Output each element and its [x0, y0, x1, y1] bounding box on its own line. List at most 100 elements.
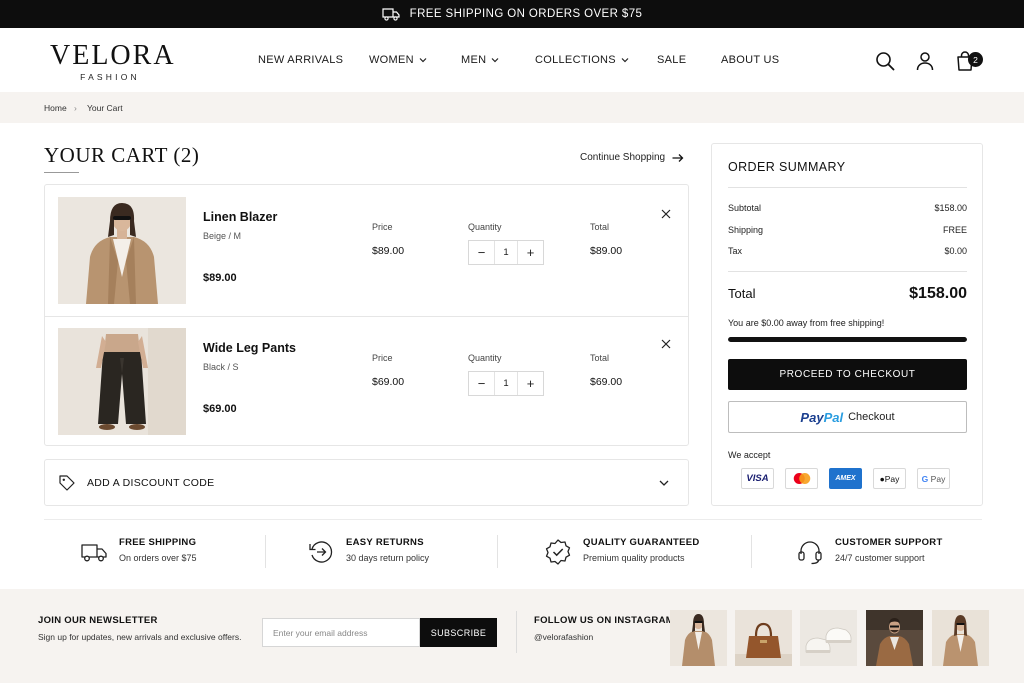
truck-icon [80, 538, 108, 566]
shipping-row: Shipping FREE [728, 225, 967, 235]
tax-label: Tax [728, 246, 743, 256]
shipping-value: FREE [942, 225, 967, 235]
announcement-text: FREE SHIPPING ON ORDERS OVER $75 [409, 8, 643, 20]
feature-title: EASY RETURNS [346, 537, 424, 548]
amex-card-icon: AMEX [829, 468, 862, 489]
product-variant: Beige / M [203, 231, 242, 241]
close-icon [661, 209, 671, 219]
footer-separator [516, 611, 517, 653]
brand-logo[interactable]: VELORA FASHION [50, 40, 176, 83]
feature-subtitle: 30 days return policy [346, 553, 430, 563]
feature-subtitle: Premium quality products [583, 553, 685, 563]
announcement-bar: FREE SHIPPING ON ORDERS OVER $75 [0, 0, 1024, 28]
breadcrumb-home[interactable]: Home [44, 103, 67, 113]
instagram-handle[interactable]: @velorafashion [534, 632, 593, 642]
nav-men[interactable]: MEN [461, 54, 499, 66]
visa-card-icon: VISA [741, 468, 774, 489]
payment-methods-label: We accept [728, 450, 771, 460]
paypal-checkout-button[interactable]: Pay Pal Checkout [728, 401, 967, 433]
quantity-stepper: − 1 + [468, 240, 544, 265]
title-underline [44, 172, 79, 173]
logo-sub: FASHION [80, 72, 140, 82]
product-name[interactable]: Wide Leg Pants [203, 341, 296, 355]
feature-title: QUALITY GUARANTEED [583, 537, 700, 548]
mastercard-icon [785, 468, 818, 489]
feature-separator [751, 535, 752, 568]
subtotal-value: $158.00 [934, 203, 967, 213]
tax-value: $0.00 [944, 246, 967, 256]
return-arrow-icon [307, 538, 335, 566]
product-price: $69.00 [203, 403, 237, 415]
payment-cards: VISA AMEX ●Pay G Pay [741, 468, 950, 489]
close-icon [661, 339, 671, 349]
feature-separator [265, 535, 266, 568]
google-pay-icon: G Pay [917, 468, 950, 489]
decrease-quantity-button[interactable]: − [469, 372, 494, 395]
instagram-photo[interactable] [735, 610, 792, 666]
newsletter-email-input[interactable] [262, 618, 420, 647]
product-image-linen-blazer[interactable] [58, 197, 186, 304]
instagram-photo[interactable] [670, 610, 727, 666]
nav-collections[interactable]: COLLECTIONS [535, 54, 629, 66]
chevron-down-icon [659, 480, 669, 486]
product-image-wide-leg-pants[interactable] [58, 328, 186, 435]
paypal-logo-pal: Pal [823, 409, 844, 425]
remove-item-button[interactable] [660, 337, 672, 349]
product-variant: Black / S [203, 362, 239, 372]
summary-divider [728, 271, 967, 272]
feature-subtitle: 24/7 customer support [835, 553, 925, 563]
user-icon[interactable] [914, 50, 936, 72]
product-price: $89.00 [203, 272, 237, 284]
instagram-photo[interactable] [932, 610, 989, 666]
nav-new-arrivals[interactable]: NEW ARRIVALS [258, 54, 343, 66]
instagram-photo[interactable] [800, 610, 857, 666]
discount-label: ADD A DISCOUNT CODE [87, 477, 215, 489]
total-value: $158.00 [909, 285, 967, 302]
cart-items: Linen Blazer Beige / M $89.00 Price $89.… [44, 184, 689, 446]
line-total: $89.00 [590, 245, 623, 257]
shipping-label: Shipping [728, 225, 764, 235]
quantity-value[interactable]: 1 [494, 241, 518, 264]
total-row: Total $158.00 [728, 285, 967, 303]
price-label: Price [372, 353, 393, 363]
chevron-down-icon [621, 58, 629, 63]
logo-brand: VELORA [50, 40, 176, 71]
subscribe-button[interactable]: SUBSCRIBE [420, 618, 497, 647]
breadcrumb-current: Your Cart [87, 103, 123, 113]
continue-shopping-label: Continue Shopping [580, 152, 666, 163]
feature-title: FREE SHIPPING [119, 537, 197, 548]
nav-about-us[interactable]: ABOUT US [721, 54, 779, 66]
increase-quantity-button[interactable]: + [518, 241, 543, 264]
product-name[interactable]: Linen Blazer [203, 210, 277, 224]
proceed-to-checkout-button[interactable]: PROCEED TO CHECKOUT [728, 359, 967, 390]
cart-count-badge: 2 [968, 52, 983, 67]
unit-price: $89.00 [372, 245, 405, 257]
quantity-value[interactable]: 1 [494, 372, 518, 395]
total-label: Total [728, 286, 756, 301]
truck-icon [382, 8, 400, 21]
discount-code-toggle[interactable]: ADD A DISCOUNT CODE [44, 459, 689, 506]
decrease-quantity-button[interactable]: − [469, 241, 494, 264]
increase-quantity-button[interactable]: + [518, 372, 543, 395]
nav-sale[interactable]: SALE [657, 54, 686, 66]
remove-item-button[interactable] [660, 207, 672, 219]
total-label: Total [590, 353, 610, 363]
free-shipping-note: You are $0.00 away from free shipping! [728, 318, 885, 328]
chevron-down-icon [419, 58, 427, 63]
site-footer: JOIN OUR NEWSLETTER Sign up for updates,… [0, 589, 1024, 683]
nav-women[interactable]: WOMEN [369, 54, 427, 66]
newsletter-subtitle: Sign up for updates, new arrivals and ex… [38, 632, 242, 642]
summary-title: ORDER SUMMARY [728, 160, 846, 174]
continue-shopping-link[interactable]: Continue Shopping [580, 152, 684, 163]
page-title: YOUR CART (2) [44, 143, 200, 167]
arrow-right-icon [672, 153, 684, 162]
quantity-stepper: − 1 + [468, 371, 544, 396]
instagram-photo[interactable] [866, 610, 923, 666]
search-icon[interactable] [874, 50, 896, 72]
headset-icon [796, 538, 824, 566]
site-header: VELORA FASHION NEW ARRIVALS WOMEN MEN CO… [0, 28, 1024, 92]
subtotal-row: Subtotal $158.00 [728, 203, 967, 213]
quantity-label: Quantity [468, 353, 502, 363]
unit-price: $69.00 [372, 376, 405, 388]
line-total: $69.00 [590, 376, 623, 388]
